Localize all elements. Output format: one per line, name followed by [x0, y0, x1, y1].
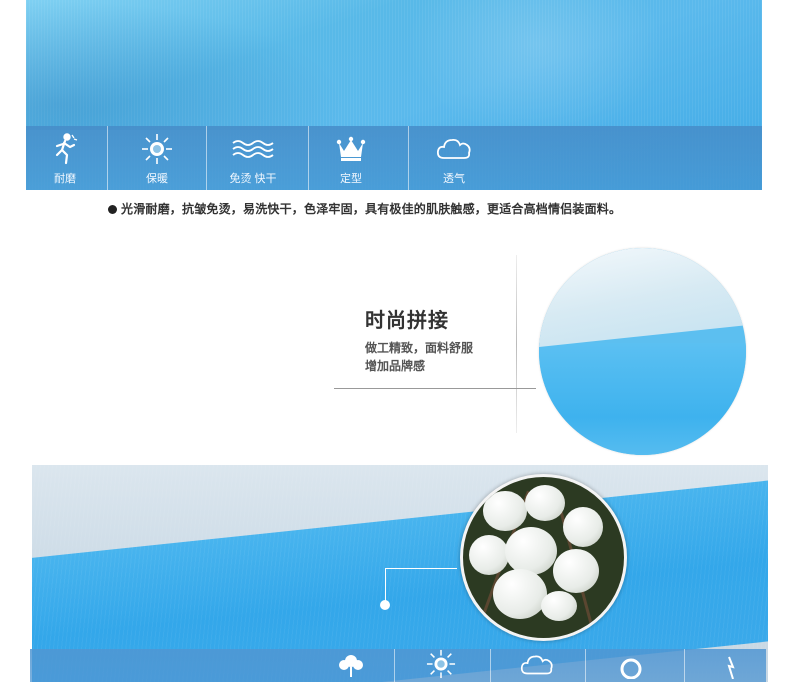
cloud-icon — [492, 649, 582, 682]
section-text-line-1: 做工精致，面料舒服 — [365, 341, 474, 355]
section-text-line-2: 增加品牌感 — [365, 359, 426, 373]
connector-dot — [380, 600, 390, 610]
seam-closeup-image — [539, 248, 746, 455]
feature-label: 定型 — [340, 173, 362, 185]
fabric-description: 光滑耐磨，抗皱免烫，易洗快干，色泽牢固，具有极佳的肌肤触感，更适合高档情侣装面料… — [108, 200, 621, 217]
feature-label: 免烫 快干 — [229, 173, 277, 185]
cotton-closeup-image — [460, 474, 627, 641]
feature-breathable: 透气 — [409, 126, 499, 190]
waves-icon — [208, 132, 298, 166]
feature-warmth: 保暖 — [112, 126, 202, 190]
feature-label: 耐磨 — [54, 173, 76, 185]
feature-bar-top: 耐磨 保暖 免烫 快干 定型 透气 — [26, 126, 762, 190]
divider-vertical — [516, 255, 517, 433]
sun-icon — [112, 132, 202, 166]
lightning-icon — [686, 649, 776, 682]
feature-iron-free-quick-dry: 免烫 快干 — [208, 126, 298, 190]
feature-wear-resistant: 耐磨 — [26, 126, 110, 190]
cloud-icon — [409, 132, 499, 166]
connector-line — [385, 568, 457, 569]
sun-icon — [396, 649, 486, 682]
bullet-icon — [108, 205, 117, 214]
section-title: 时尚拼接 — [365, 310, 449, 332]
divider-horizontal — [334, 388, 536, 389]
ring-icon — [586, 649, 676, 682]
feature-label: 透气 — [443, 173, 465, 185]
feature-label: 保暖 — [146, 173, 168, 185]
description-text: 光滑耐磨，抗皱免烫，易洗快干，色泽牢固，具有极佳的肌肤触感，更适合高档情侣装面料… — [121, 202, 622, 216]
feature-bar-bottom — [30, 649, 766, 682]
top-fabric-image: 耐磨 保暖 免烫 快干 定型 透气 — [26, 0, 762, 190]
runner-icon — [26, 132, 110, 166]
crown-icon — [306, 132, 396, 166]
feature-shape-retention: 定型 — [306, 126, 396, 190]
flower-icon — [306, 649, 396, 682]
connector-line — [385, 568, 386, 604]
